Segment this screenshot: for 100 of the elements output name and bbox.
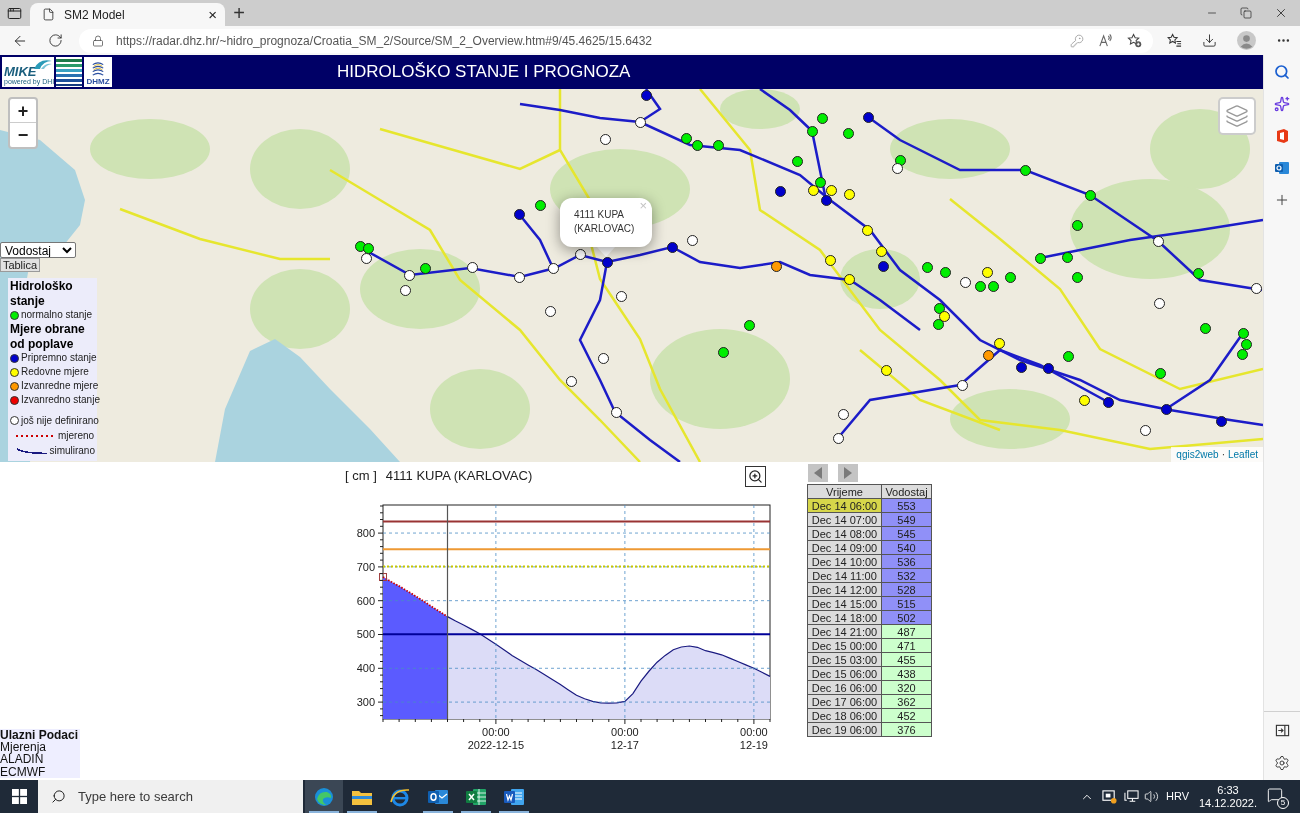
map-marker-icon[interactable] xyxy=(806,125,818,137)
map-marker-icon[interactable] xyxy=(601,256,613,268)
map-marker-icon[interactable] xyxy=(1084,189,1096,201)
map-marker-icon[interactable] xyxy=(403,269,415,281)
mail-app-icon[interactable] xyxy=(1274,160,1290,176)
map-marker-icon[interactable] xyxy=(1034,252,1046,264)
map-marker-icon[interactable] xyxy=(816,112,828,124)
map-marker-icon[interactable] xyxy=(1061,251,1073,263)
map-marker-icon[interactable] xyxy=(362,242,374,254)
map-marker-icon[interactable] xyxy=(842,127,854,139)
map-marker-icon[interactable] xyxy=(814,176,826,188)
map-marker-icon[interactable] xyxy=(597,352,609,364)
map-marker-icon[interactable] xyxy=(1215,415,1227,427)
search-icon[interactable] xyxy=(1274,64,1290,80)
tab-actions-icon[interactable] xyxy=(7,5,22,21)
map-marker-icon[interactable] xyxy=(1071,271,1083,283)
zoom-in-button[interactable]: + xyxy=(10,99,36,123)
map-marker-icon[interactable] xyxy=(1004,271,1016,283)
map-marker-icon[interactable] xyxy=(1153,297,1165,309)
download-icon[interactable] xyxy=(1202,33,1217,48)
map-marker-icon[interactable] xyxy=(832,432,844,444)
map-marker-icon[interactable] xyxy=(807,184,819,196)
table-button[interactable]: Tablica xyxy=(0,258,40,272)
side-panel-icon[interactable] xyxy=(1274,723,1290,738)
map-marker-icon[interactable] xyxy=(974,280,986,292)
zoom-button[interactable] xyxy=(745,465,766,487)
browser-tab[interactable]: SM2 Model × xyxy=(30,3,225,26)
map-marker-icon[interactable] xyxy=(1078,394,1090,406)
map-marker-icon[interactable] xyxy=(1139,424,1151,436)
map-marker-icon[interactable] xyxy=(1160,403,1172,415)
map-marker-icon[interactable] xyxy=(981,266,993,278)
volume-icon[interactable] xyxy=(1143,789,1159,804)
refresh-icon[interactable] xyxy=(48,33,63,48)
restore-icon[interactable] xyxy=(1240,7,1252,19)
map-marker-icon[interactable] xyxy=(615,290,627,302)
favorites-icon[interactable] xyxy=(1167,33,1182,48)
map-marker-icon[interactable] xyxy=(1019,164,1031,176)
map-marker-icon[interactable] xyxy=(1015,361,1027,373)
map-marker-icon[interactable] xyxy=(574,248,586,260)
map-marker-icon[interactable] xyxy=(932,318,944,330)
map-marker-icon[interactable] xyxy=(544,305,556,317)
map-marker-icon[interactable] xyxy=(534,199,546,211)
map-marker-icon[interactable] xyxy=(691,139,703,151)
map-marker-icon[interactable] xyxy=(1250,282,1262,294)
map-marker-icon[interactable] xyxy=(1154,367,1166,379)
read-aloud-icon[interactable] xyxy=(1098,33,1113,48)
map-marker-icon[interactable] xyxy=(640,89,652,101)
close-icon[interactable] xyxy=(1274,6,1288,20)
map-marker-icon[interactable] xyxy=(843,273,855,285)
map-marker-icon[interactable] xyxy=(820,194,832,206)
network-icon[interactable] xyxy=(1123,789,1139,804)
add-favorite-icon[interactable] xyxy=(1127,33,1142,48)
map-marker-icon[interactable] xyxy=(599,133,611,145)
address-bar[interactable]: https://radar.dhz.hr/~hidro_prognoza/Croatia_SM_2/Source/SM_2_Overview.htm#9/45.4625/15.6432 xyxy=(79,28,1153,53)
notification-icon[interactable] xyxy=(1267,786,1283,803)
attribution-link[interactable]: Leaflet xyxy=(1227,448,1258,461)
map-marker-icon[interactable] xyxy=(513,208,525,220)
map-marker-icon[interactable] xyxy=(837,408,849,420)
map-marker-icon[interactable] xyxy=(743,319,755,331)
map-marker-icon[interactable] xyxy=(634,116,646,128)
sparkle-icon[interactable] xyxy=(1274,96,1290,112)
map-marker-icon[interactable] xyxy=(466,261,478,273)
map-marker-icon[interactable] xyxy=(956,379,968,391)
map-marker-icon[interactable] xyxy=(565,375,577,387)
map-marker-icon[interactable] xyxy=(666,241,678,253)
taskbar-search-field[interactable]: Type here to search xyxy=(38,780,303,813)
map-marker-icon[interactable] xyxy=(933,302,945,314)
map-marker-icon[interactable] xyxy=(1199,322,1211,334)
map-marker-icon[interactable] xyxy=(875,245,887,257)
map-marker-icon[interactable] xyxy=(825,184,837,196)
map-marker-icon[interactable] xyxy=(824,254,836,266)
map-marker-icon[interactable] xyxy=(891,162,903,174)
map-marker-icon[interactable] xyxy=(1236,348,1248,360)
map-drawing[interactable] xyxy=(0,89,1263,462)
meeting-icon[interactable] xyxy=(1101,789,1117,804)
map-marker-icon[interactable] xyxy=(861,224,873,236)
attribution-link[interactable]: qgis2web xyxy=(1176,448,1219,461)
map-marker-icon[interactable] xyxy=(791,155,803,167)
map-marker-icon[interactable] xyxy=(993,337,1005,349)
map-marker-icon[interactable] xyxy=(712,139,724,151)
map-marker-icon[interactable] xyxy=(843,188,855,200)
map-marker-icon[interactable] xyxy=(680,132,692,144)
map-marker-icon[interactable] xyxy=(1042,362,1054,374)
map-marker-icon[interactable] xyxy=(1062,350,1074,362)
office-icon[interactable] xyxy=(1274,128,1290,144)
map-marker-icon[interactable] xyxy=(1192,267,1204,279)
map-marker-icon[interactable] xyxy=(1237,327,1249,339)
profile-avatar-icon[interactable] xyxy=(1237,31,1256,50)
map-marker-icon[interactable] xyxy=(921,261,933,273)
map-marker-icon[interactable] xyxy=(880,364,892,376)
map-marker-icon[interactable] xyxy=(774,185,786,197)
settings-icon[interactable] xyxy=(1274,755,1290,771)
map-marker-icon[interactable] xyxy=(877,260,889,272)
map-marker-icon[interactable] xyxy=(959,276,971,288)
new-tab-button[interactable]: + xyxy=(229,3,249,23)
zoom-out-button[interactable]: − xyxy=(10,123,36,147)
map-marker-icon[interactable] xyxy=(717,346,729,358)
layers-button[interactable] xyxy=(1218,97,1256,135)
map-marker-icon[interactable] xyxy=(513,271,525,283)
parameter-select[interactable]: Vodostaj xyxy=(0,242,76,258)
